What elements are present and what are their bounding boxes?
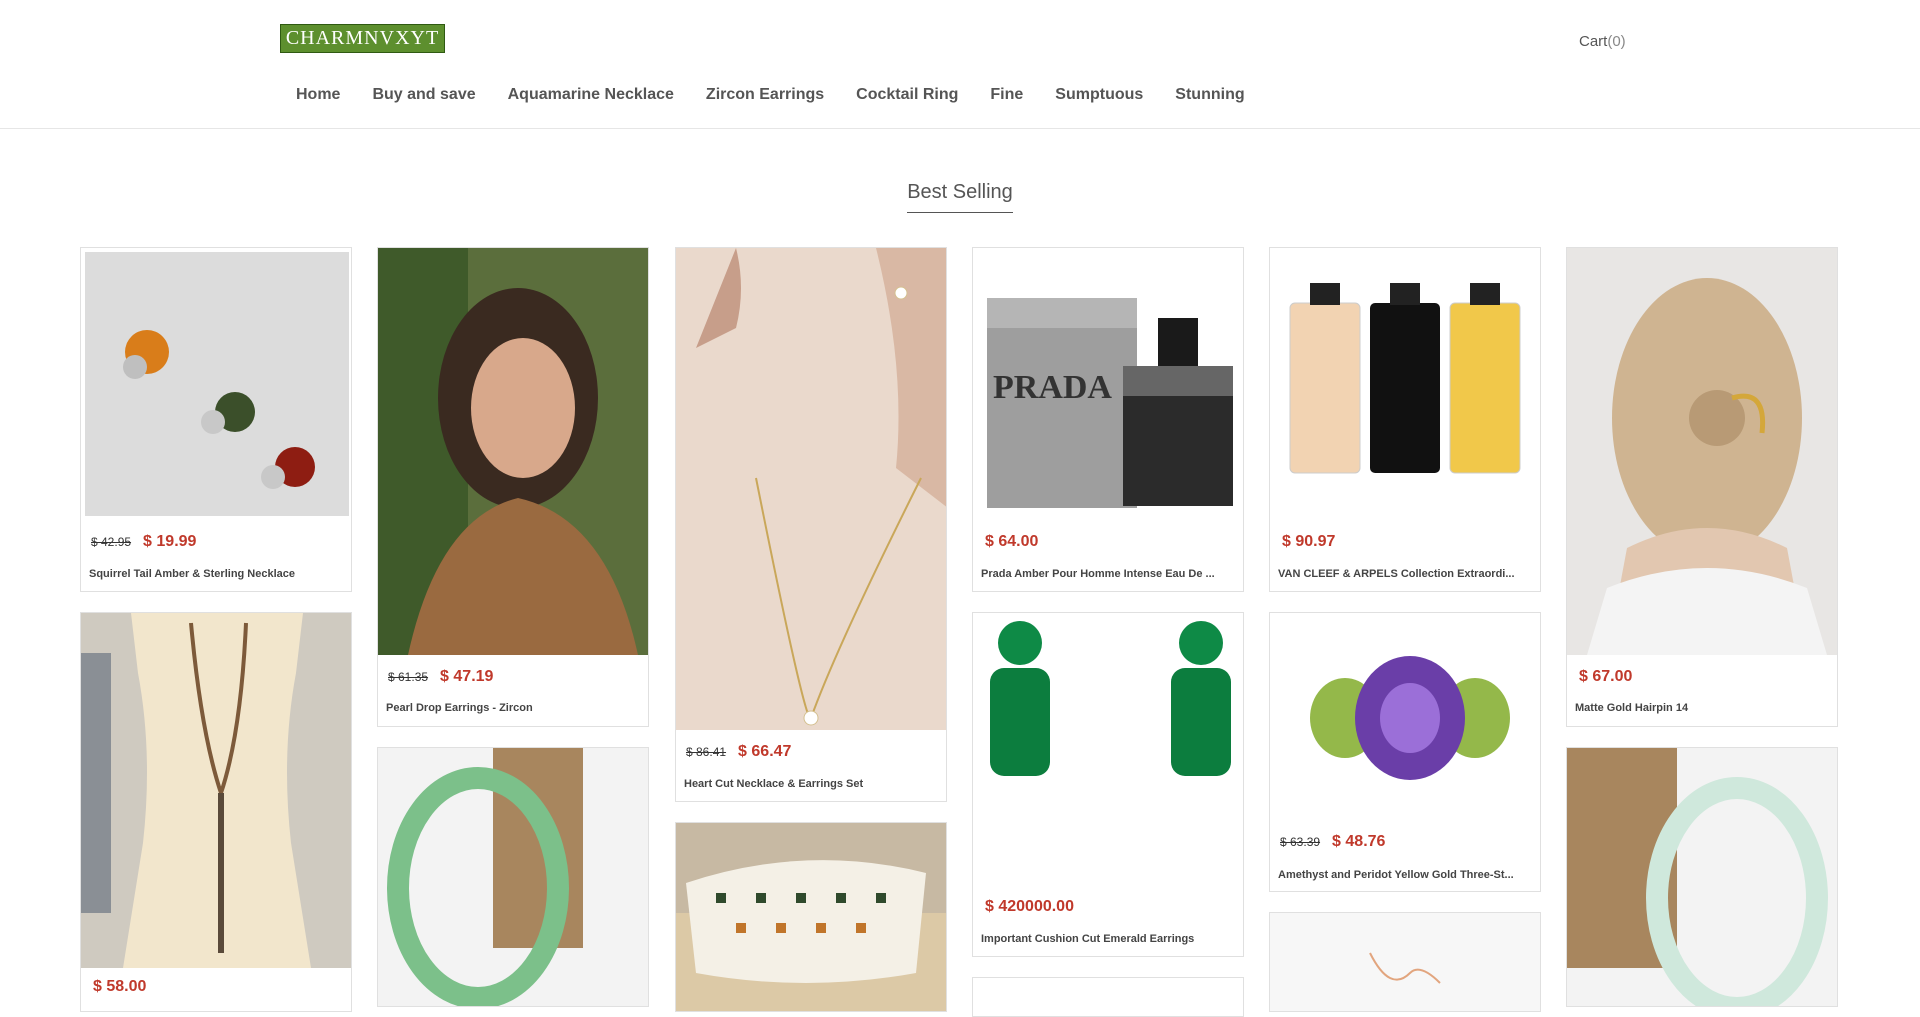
product-image[interactable]	[1270, 613, 1540, 818]
product-name[interactable]: VAN CLEEF & ARPELS Collection Extraordi.…	[1278, 568, 1532, 580]
cart-count: (0)	[1607, 33, 1626, 50]
price-row: $ 63.39 $ 48.76	[1270, 833, 1385, 851]
product-name[interactable]: Amethyst and Peridot Yellow Gold Three-S…	[1278, 869, 1532, 881]
product-card[interactable]: $ 420000.00 Important Cushion Cut Emeral…	[972, 612, 1244, 957]
sale-price: $ 66.47	[738, 743, 792, 760]
sale-price: $ 420000.00	[985, 898, 1074, 915]
old-price: $ 86.41	[686, 745, 727, 759]
price-row: $ 42.95 $ 19.99	[81, 533, 196, 551]
sale-price: $ 67.00	[1579, 668, 1633, 685]
product-image[interactable]	[676, 248, 946, 730]
cart-link[interactable]: Cart(0)	[1579, 33, 1626, 50]
price-row: $ 58.00	[81, 978, 146, 996]
sale-price: $ 58.00	[93, 978, 147, 995]
product-image[interactable]	[1270, 913, 1540, 1011]
product-image[interactable]	[378, 748, 648, 1006]
product-name[interactable]: Prada Amber Pour Homme Intense Eau De ..…	[981, 568, 1235, 580]
product-card[interactable]	[377, 747, 649, 1007]
product-card[interactable]: PRADA $ 64.00 Prada Amber Pour Homme Int…	[972, 247, 1244, 592]
price-row: $ 64.00	[973, 533, 1038, 551]
old-price: $ 42.95	[91, 535, 132, 549]
nav-stunning[interactable]: Stunning	[1159, 84, 1260, 106]
product-card[interactable]: $ 61.35 $ 47.19 Pearl Drop Earrings - Zi…	[377, 247, 649, 727]
product-card[interactable]: $ 86.41 $ 66.47 Heart Cut Necklace & Ear…	[675, 247, 947, 802]
product-image[interactable]	[81, 248, 351, 516]
product-card[interactable]: $ 58.00	[80, 612, 352, 1012]
old-price: $ 61.35	[388, 670, 429, 684]
product-image[interactable]	[973, 613, 1243, 883]
nav-zircon-earrings[interactable]: Zircon Earrings	[690, 84, 840, 106]
old-price: $ 63.39	[1280, 835, 1321, 849]
product-image[interactable]	[1567, 248, 1837, 655]
product-name[interactable]: Important Cushion Cut Emerald Earrings	[981, 933, 1235, 945]
product-card[interactable]	[1566, 747, 1838, 1007]
nav-cocktail-ring[interactable]: Cocktail Ring	[840, 84, 974, 106]
store-logo[interactable]: CHARMNVXYT	[280, 24, 445, 53]
product-name[interactable]: Pearl Drop Earrings - Zircon	[386, 702, 640, 714]
product-name[interactable]: Heart Cut Necklace & Earrings Set	[684, 778, 938, 790]
section-heading: Best Selling	[0, 181, 1920, 213]
sale-price: $ 90.97	[1282, 533, 1336, 550]
nav-fine[interactable]: Fine	[974, 84, 1039, 106]
product-card[interactable]: $ 67.00 Matte Gold Hairpin 14	[1566, 247, 1838, 727]
site-header: CHARMNVXYT Cart(0) Home Buy and save Aqu…	[0, 0, 1920, 129]
product-name[interactable]: Squirrel Tail Amber & Sterling Necklace	[89, 568, 343, 580]
product-card[interactable]: $ 63.39 $ 48.76 Amethyst and Peridot Yel…	[1269, 612, 1541, 892]
product-card[interactable]	[1269, 912, 1541, 1012]
price-row: $ 67.00	[1567, 668, 1632, 686]
section-title: Best Selling	[907, 181, 1013, 213]
product-image[interactable]: PRADA	[973, 248, 1243, 518]
product-image[interactable]	[378, 248, 648, 655]
sale-price: $ 48.76	[1332, 833, 1386, 850]
nav-sumptuous[interactable]: Sumptuous	[1039, 84, 1159, 106]
product-card[interactable]: $ 42.95 $ 19.99 Squirrel Tail Amber & St…	[80, 247, 352, 592]
nav-home[interactable]: Home	[280, 84, 356, 106]
nav-buy-and-save[interactable]: Buy and save	[356, 84, 491, 106]
main-nav: Home Buy and save Aquamarine Necklace Zi…	[280, 84, 1261, 106]
cart-label: Cart	[1579, 33, 1608, 50]
sale-price: $ 47.19	[440, 668, 494, 685]
nav-aquamarine-necklace[interactable]: Aquamarine Necklace	[492, 84, 690, 106]
product-name[interactable]: Matte Gold Hairpin 14	[1575, 702, 1829, 714]
sale-price: $ 19.99	[143, 533, 197, 550]
product-image[interactable]	[1270, 248, 1540, 518]
product-image[interactable]	[1567, 748, 1837, 1006]
product-image[interactable]	[676, 823, 946, 1011]
price-row: $ 90.97	[1270, 533, 1335, 551]
sale-price: $ 64.00	[985, 533, 1039, 550]
svg-text:PRADA: PRADA	[993, 369, 1112, 406]
price-row: $ 420000.00	[973, 898, 1074, 916]
product-image[interactable]	[973, 978, 1243, 1016]
product-card[interactable]	[675, 822, 947, 1012]
product-card[interactable]: $ 90.97 VAN CLEEF & ARPELS Collection Ex…	[1269, 247, 1541, 592]
product-image[interactable]	[81, 613, 351, 968]
price-row: $ 86.41 $ 66.47	[676, 743, 791, 761]
price-row: $ 61.35 $ 47.19	[378, 668, 493, 686]
product-card[interactable]	[972, 977, 1244, 1017]
